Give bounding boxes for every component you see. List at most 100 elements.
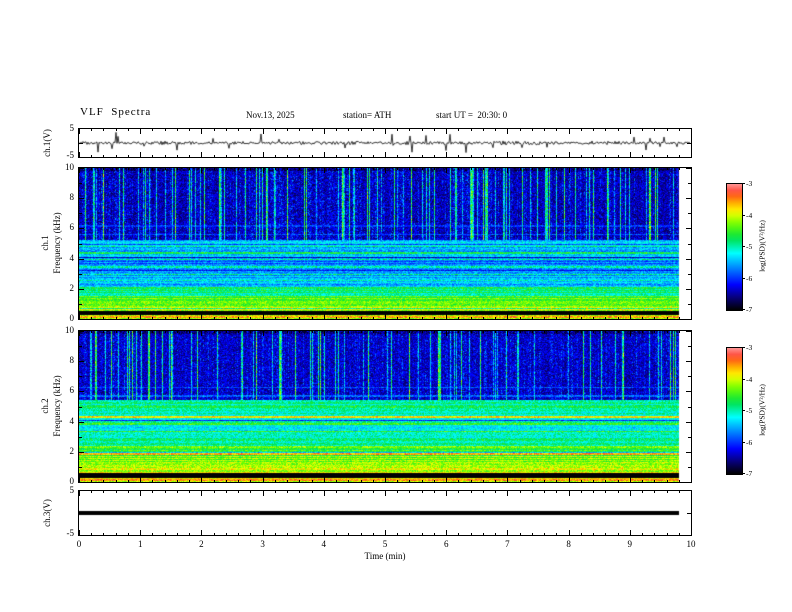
figure-start-ut: start UT = 20:30: 0 bbox=[436, 110, 508, 120]
tick-mark bbox=[742, 183, 745, 184]
tick-mark bbox=[629, 477, 631, 482]
tick-mark bbox=[103, 480, 105, 482]
tick-mark bbox=[127, 480, 129, 482]
tick-mark bbox=[238, 533, 240, 535]
tick-mark bbox=[691, 477, 692, 482]
tick-mark bbox=[678, 480, 680, 482]
tick-mark bbox=[409, 491, 411, 493]
tick-mark bbox=[568, 168, 570, 173]
tick-mark bbox=[262, 491, 264, 496]
tick-mark bbox=[287, 491, 289, 493]
tick-mark bbox=[629, 129, 631, 134]
tick-mark bbox=[519, 491, 521, 493]
time-axis-label: Time (min) bbox=[364, 551, 406, 561]
tick-mark bbox=[409, 533, 411, 535]
tick-mark bbox=[79, 513, 83, 514]
tick-mark bbox=[654, 480, 656, 482]
tick-mark bbox=[433, 155, 435, 157]
tick-mark bbox=[531, 168, 533, 170]
tick-mark bbox=[688, 346, 691, 348]
tick-mark bbox=[397, 168, 399, 170]
tick-mark bbox=[446, 491, 448, 496]
tick-mark bbox=[688, 183, 691, 185]
tick-mark bbox=[127, 168, 129, 170]
tick-mark bbox=[201, 331, 203, 336]
tick-mark bbox=[691, 530, 692, 535]
tick-mark bbox=[79, 258, 84, 260]
tick-mark bbox=[617, 129, 619, 131]
tick-mark bbox=[262, 477, 264, 482]
tick-mark bbox=[372, 480, 374, 482]
tick-mark bbox=[79, 273, 82, 275]
tick-mark bbox=[556, 491, 558, 493]
tick-mark bbox=[666, 168, 668, 170]
tick-mark bbox=[201, 129, 203, 134]
tick-mark bbox=[593, 331, 595, 333]
tick-mark bbox=[238, 129, 240, 131]
tick-mark bbox=[91, 533, 93, 535]
colorbar2-tick-label: -7 bbox=[746, 469, 753, 478]
tick-mark bbox=[470, 480, 472, 482]
tick-mark bbox=[544, 331, 546, 333]
tick-mark bbox=[287, 155, 289, 157]
tick-mark bbox=[79, 406, 82, 408]
tick-mark bbox=[140, 530, 142, 535]
tick-mark bbox=[79, 361, 84, 363]
tick-mark bbox=[617, 317, 619, 319]
tick-mark bbox=[519, 155, 521, 157]
tick-mark bbox=[580, 317, 582, 319]
tick-mark bbox=[201, 477, 203, 482]
tick-mark bbox=[323, 129, 325, 134]
tick-mark bbox=[642, 129, 644, 131]
tick-mark bbox=[274, 533, 276, 535]
freq-tick-label: 4 bbox=[69, 252, 75, 263]
tick-mark bbox=[742, 378, 745, 380]
tick-mark bbox=[482, 168, 484, 170]
tick-mark bbox=[79, 288, 84, 290]
tick-mark bbox=[482, 491, 484, 493]
x-tick-label: 7 bbox=[505, 539, 510, 549]
x-tick-label: 0 bbox=[76, 539, 82, 549]
tick-mark bbox=[299, 480, 301, 482]
tick-mark bbox=[617, 491, 619, 493]
tick-mark bbox=[127, 155, 129, 157]
tick-mark bbox=[691, 331, 692, 336]
tick-mark bbox=[372, 129, 374, 131]
colorbar1-tick-label: -4 bbox=[746, 210, 753, 220]
tick-mark bbox=[176, 129, 178, 131]
tick-mark bbox=[115, 168, 117, 170]
tick-mark bbox=[470, 491, 472, 493]
tick-mark bbox=[421, 491, 423, 493]
tick-mark bbox=[164, 317, 166, 319]
tick-mark bbox=[686, 288, 691, 290]
tick-mark bbox=[311, 129, 313, 131]
tick-mark bbox=[458, 168, 460, 170]
tick-mark bbox=[262, 331, 264, 336]
tick-mark bbox=[115, 317, 117, 319]
tick-mark bbox=[688, 436, 691, 438]
tick-mark bbox=[274, 491, 276, 493]
tick-mark bbox=[323, 530, 325, 535]
vlf-spectra-figure: VLF Spectra Nov.13, 2025 station= ATH st… bbox=[0, 0, 792, 612]
tick-mark bbox=[287, 317, 289, 319]
tick-mark bbox=[299, 491, 301, 493]
tick-mark bbox=[495, 129, 497, 131]
tick-mark bbox=[580, 129, 582, 131]
tick-mark bbox=[140, 331, 142, 336]
tick-mark bbox=[678, 317, 680, 319]
tick-mark bbox=[79, 421, 84, 423]
tick-mark bbox=[605, 317, 607, 319]
tick-mark bbox=[79, 491, 80, 496]
tick-mark bbox=[580, 155, 582, 157]
colorbar2-tick-label: -3 bbox=[746, 343, 753, 352]
tick-mark bbox=[446, 152, 448, 157]
tick-mark bbox=[238, 317, 240, 319]
colorbar-ch1 bbox=[726, 183, 743, 311]
colorbar1-tick-label: -7 bbox=[746, 305, 753, 314]
tick-mark bbox=[495, 331, 497, 333]
tick-mark bbox=[299, 317, 301, 319]
tick-mark bbox=[531, 155, 533, 157]
tick-mark bbox=[225, 480, 227, 482]
tick-mark bbox=[688, 466, 691, 468]
tick-mark bbox=[348, 155, 350, 157]
